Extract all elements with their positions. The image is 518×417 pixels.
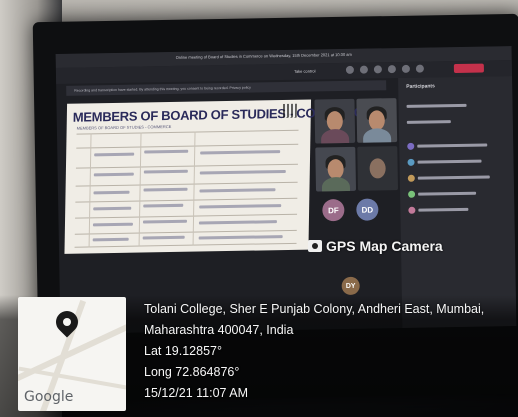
avatar-initials: DF <box>327 205 339 215</box>
table-rule <box>76 129 299 135</box>
members-table <box>74 129 299 248</box>
table-cell <box>200 150 281 155</box>
camera-icon[interactable] <box>345 65 354 74</box>
address-line: Maharashtra 400047, India <box>144 323 294 337</box>
participant-avatar[interactable]: DY <box>341 276 360 296</box>
table-cell <box>143 203 184 208</box>
table-rule <box>75 213 298 219</box>
gps-camera-tag: GPS Map Camera <box>308 238 443 254</box>
participant-dot <box>407 158 415 166</box>
meeting-title: Online meeting of Board of Studies in Co… <box>175 51 352 60</box>
more-icon[interactable] <box>415 64 424 73</box>
table-cell <box>94 152 135 157</box>
slide-subtitle: MEMBERS OF BOARD OF STUDIES - COMMERCE <box>76 123 172 131</box>
table-cell <box>93 172 134 177</box>
monitor-screen: Online meeting of Board of Studies in Co… <box>55 46 517 334</box>
photo-frame: Online meeting of Board of Studies in Co… <box>0 0 518 417</box>
participant-face <box>369 158 386 179</box>
table-cell <box>142 235 185 240</box>
table-rule <box>76 143 299 149</box>
microphone-icon[interactable] <box>359 65 368 74</box>
participant-video <box>357 146 399 191</box>
latitude: Lat 19.12857° <box>144 344 222 358</box>
list-item[interactable] <box>407 172 506 184</box>
qr-code-icon <box>282 103 297 119</box>
participant-dot <box>407 142 415 150</box>
location-info: Tolani College, Sher E Punjab Colony, An… <box>144 299 484 404</box>
table-cell <box>93 190 130 195</box>
table-cell <box>92 222 133 227</box>
participant-body <box>320 128 350 144</box>
participant-video <box>314 98 356 144</box>
participant-video <box>356 98 398 143</box>
participants-panel: Participants <box>398 76 517 328</box>
table-cell <box>143 169 188 174</box>
chat-icon[interactable] <box>387 65 396 74</box>
participant-avatar[interactable]: DD <box>356 198 379 221</box>
table-cell <box>198 235 283 240</box>
list-item[interactable] <box>407 140 505 152</box>
table-rule <box>75 181 298 187</box>
map-thumbnail: Google <box>18 297 126 411</box>
list-item[interactable] <box>408 188 506 200</box>
participant-dot <box>408 206 416 214</box>
table-cell <box>198 220 277 225</box>
table-rule <box>74 229 297 235</box>
participant-body <box>321 176 351 192</box>
table-cell <box>143 187 188 192</box>
table-cell <box>142 219 188 224</box>
table-cell <box>199 204 282 209</box>
list-item[interactable] <box>407 156 505 168</box>
table-cell <box>144 149 189 154</box>
participant-body <box>362 128 392 143</box>
list-item-text <box>418 191 477 196</box>
participants-panel-title: Participants <box>406 83 435 90</box>
list-item-text <box>418 207 469 212</box>
participant-video <box>315 146 357 192</box>
table-cell <box>199 188 276 193</box>
list-item-text <box>406 103 467 108</box>
google-logo: Google <box>24 389 74 405</box>
address-line: Tolani College, Sher E Punjab Colony, An… <box>144 302 485 316</box>
table-rule <box>75 197 298 203</box>
share-icon[interactable] <box>373 65 382 74</box>
timestamp: 15/12/21 11:07 AM <box>144 386 249 400</box>
list-item[interactable] <box>408 204 506 216</box>
list-item[interactable] <box>406 100 504 112</box>
table-rule <box>192 131 196 246</box>
longitude: Long 72.864876° <box>144 365 240 379</box>
list-item-text <box>417 175 490 180</box>
table-cell <box>199 170 286 175</box>
participant-dot <box>407 174 415 182</box>
list-item-text <box>417 143 488 148</box>
participant-dot <box>408 190 416 198</box>
table-cell <box>93 206 132 211</box>
map-road <box>18 366 126 392</box>
shared-slide: MEMBERS OF BOARD OF STUDIES - COMMERCE M… <box>64 99 371 254</box>
list-item-text <box>417 159 482 164</box>
list-item[interactable] <box>406 116 505 128</box>
table-rule <box>75 163 298 169</box>
table-rule <box>74 242 297 248</box>
table-cell <box>92 237 129 242</box>
table-rule <box>138 132 142 247</box>
participant-avatar[interactable]: DF <box>322 198 345 222</box>
gps-camera-label: GPS Map Camera <box>326 238 443 254</box>
leave-button[interactable] <box>453 63 484 74</box>
avatar-initials: DD <box>361 204 374 215</box>
list-item-text <box>406 120 451 124</box>
table-rule <box>88 133 92 248</box>
recording-notice-text: Recording and transcription have started… <box>74 85 251 93</box>
avatar-initials: DY <box>345 282 356 290</box>
people-icon[interactable] <box>401 64 410 73</box>
take-control-button[interactable]: Take control <box>294 68 316 73</box>
camera-icon <box>308 240 322 252</box>
